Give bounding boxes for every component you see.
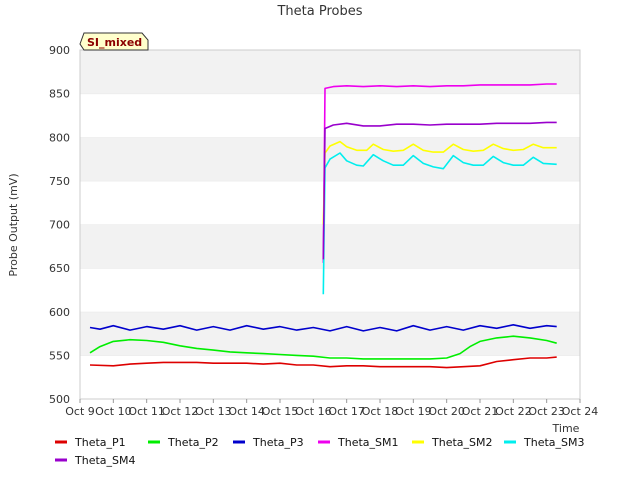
legend-label: Theta_SM3 [523,436,584,449]
site-badge: SI_mixed [79,32,149,51]
x-tick-label: Oct 24 [562,405,599,418]
x-tick-label: Oct 16 [295,405,332,418]
legend-label: Theta_P2 [167,436,219,449]
x-tick-label: Oct 18 [362,405,399,418]
x-tick-label: Oct 9 [65,405,95,418]
legend: Theta_P1 Theta_P2 Theta_P3 Theta_SM1 Theta_S… [55,436,584,467]
y-tick-label: 850 [49,88,70,101]
y-tick-label: 700 [49,219,70,232]
x-tick-label: Oct 12 [162,405,199,418]
x-tick-label: Oct 19 [395,405,432,418]
y-tick-label: 800 [49,131,70,144]
theta-probes-chart: 500550600650700750800850900 Oct 9 Oct 10O… [7,4,598,467]
x-tick-label: Oct 17 [328,405,365,418]
legend-label: Theta_SM1 [337,436,398,449]
y-tick-label: 750 [49,175,70,188]
grid-bands [80,49,580,399]
x-tick-label: Oct 10 [95,405,132,418]
grid-band [80,180,580,225]
y-axis-ticks: 500550600650700750800850900 [49,44,70,406]
x-tick-label: Oct 22 [495,405,532,418]
y-tick-label: 900 [49,44,70,57]
grid-band [80,224,580,269]
x-tick-label: Oct 14 [228,405,265,418]
legend-label: Theta_P3 [252,436,304,449]
x-axis-label: Time [552,422,580,435]
y-tick-label: 550 [49,349,70,362]
y-axis-label: Probe Output (mV) [7,173,20,276]
x-tick-label: Oct 21 [462,405,499,418]
x-tick-label: Oct 15 [262,405,299,418]
legend-label: Theta_SM4 [74,454,135,467]
legend-label: Theta_P1 [74,436,126,449]
badge-label: SI_mixed [87,36,142,49]
x-axis-ticks: Oct 9 Oct 10Oct 11Oct 12Oct 13Oct 14Oct 1… [65,399,598,418]
grid-band [80,268,580,312]
y-tick-label: 650 [49,262,70,275]
x-tick-label: Oct 23 [528,405,565,418]
chart-title: Theta Probes [276,4,362,19]
legend-label: Theta_SM2 [431,436,492,449]
grid-band [80,311,580,356]
x-tick-label: Oct 13 [195,405,232,418]
x-tick-label: Oct 20 [428,405,465,418]
y-tick-label: 600 [49,306,70,319]
x-tick-label: Oct 11 [128,405,165,418]
grid-band [80,93,580,138]
grid-band [80,355,580,399]
